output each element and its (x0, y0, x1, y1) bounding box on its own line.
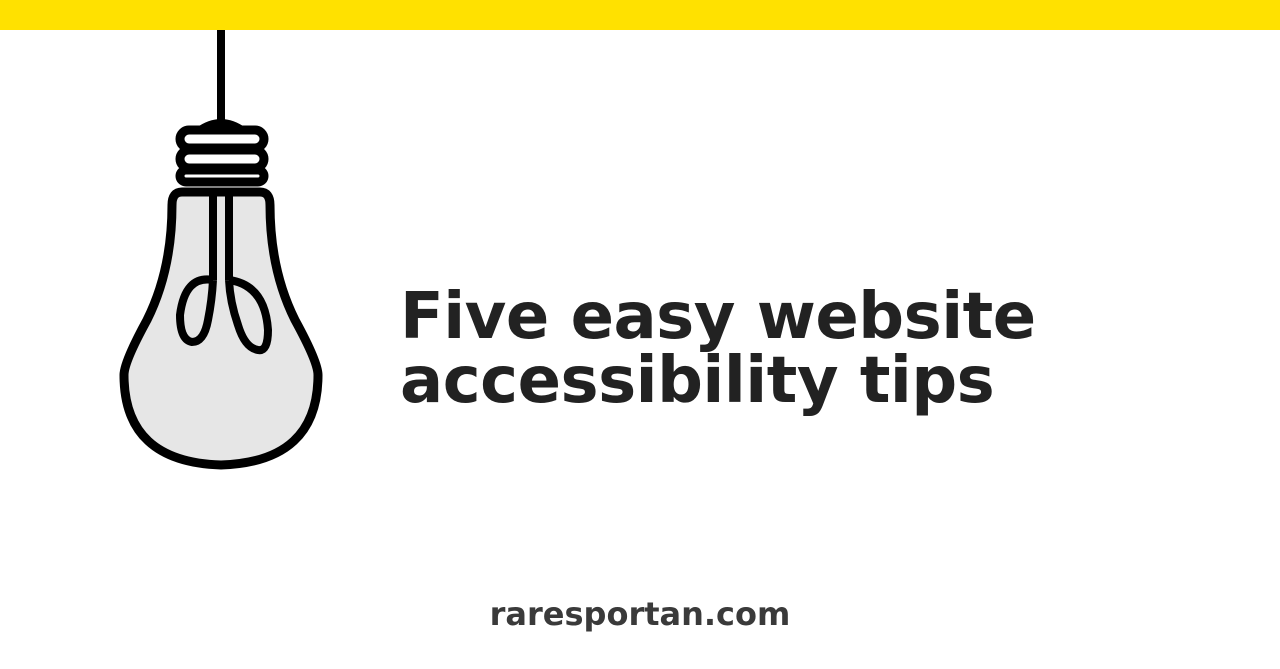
bulb-thread-3 (175, 165, 269, 187)
banner: Five easy website accessibility tips rar… (0, 0, 1280, 669)
bulb-glass (119, 187, 323, 470)
lightbulb-icon (119, 30, 323, 470)
site-url: raresportan.com (489, 595, 791, 633)
headline: Five easy website accessibility tips (400, 285, 1220, 413)
bulb-thread-1 (175, 125, 269, 153)
bulb-cord (217, 30, 225, 120)
bulb-thread-2 (175, 145, 269, 173)
headline-line-1: Five easy website (400, 280, 1036, 354)
top-accent-bar (0, 0, 1280, 30)
headline-line-2: accessibility tips (400, 344, 995, 418)
